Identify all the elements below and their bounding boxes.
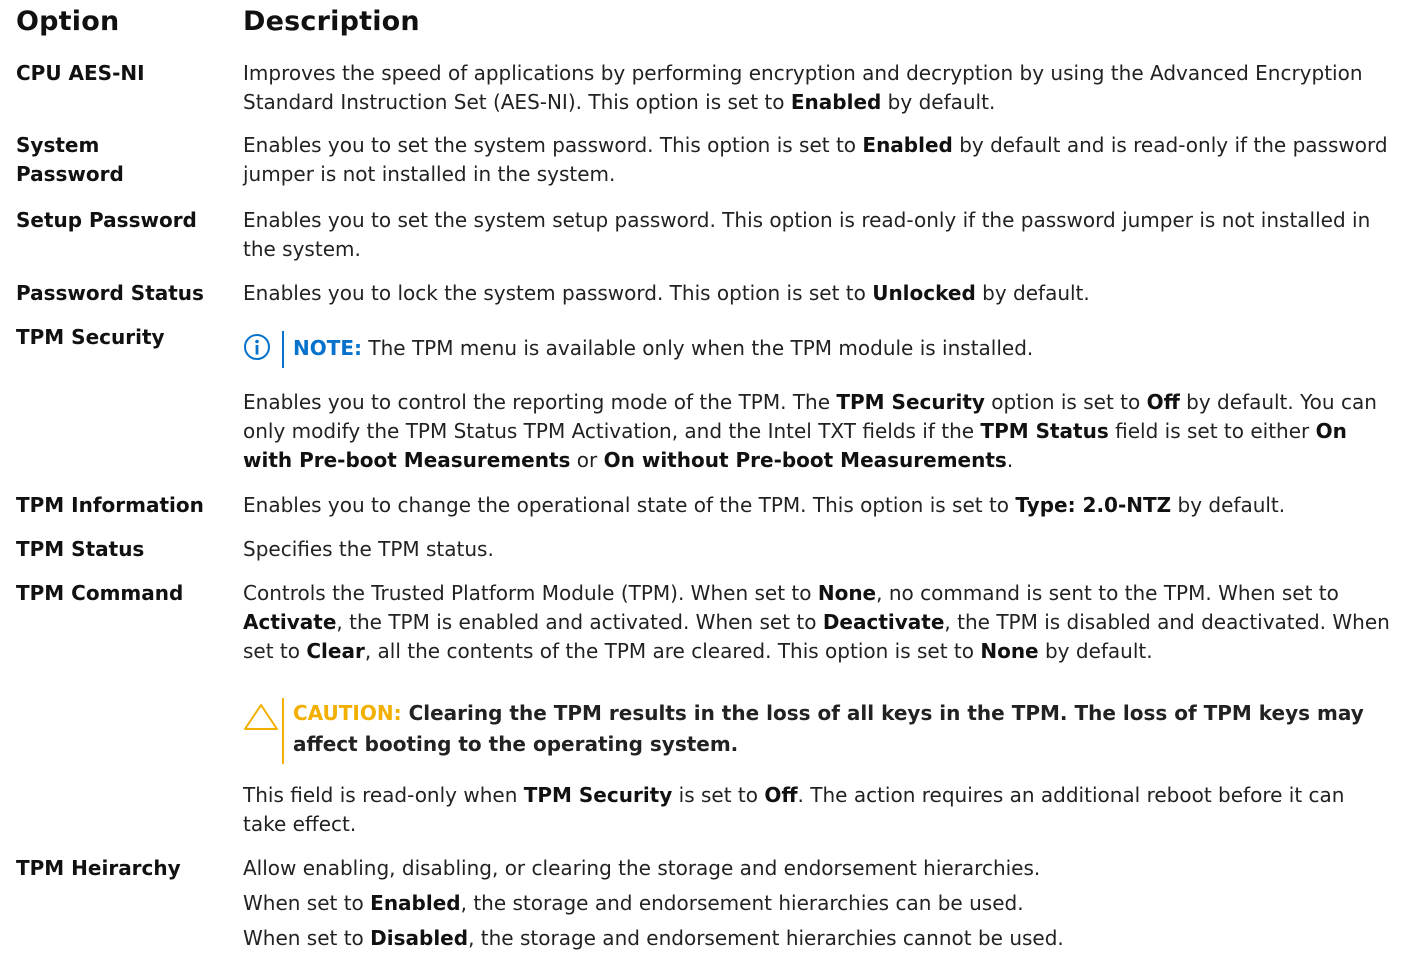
option-name: CPU AES-NI <box>16 61 145 85</box>
option-description: Enables you to lock the system password.… <box>243 281 1090 305</box>
note-text: NOTE: The TPM menu is available only whe… <box>293 336 1034 360</box>
option-name: TPM Command <box>16 581 184 605</box>
option-description: Allow enabling, disabling, or clearing t… <box>243 856 1064 950</box>
option-description: Enables you to set the system setup pass… <box>243 208 1371 261</box>
document-page: Option Description CPU AES-NI Improves t… <box>0 0 1407 953</box>
option-description: Improves the speed of applications by pe… <box>243 61 1363 114</box>
option-description-note: This field is read-only when TPM Securit… <box>243 783 1345 836</box>
option-name: Setup Password <box>16 208 197 232</box>
note-label: NOTE: <box>293 336 363 360</box>
option-name: Password Status <box>16 281 204 305</box>
option-description: Enables you to change the operational st… <box>243 493 1286 517</box>
option-name: System Password <box>16 133 124 186</box>
option-name: TPM Security <box>16 325 165 349</box>
option-description: Controls the Trusted Platform Module (TP… <box>243 581 1390 663</box>
caution-label: CAUTION: <box>293 701 402 725</box>
option-name: TPM Status <box>16 537 145 561</box>
note-callout: NOTE: The TPM menu is available only whe… <box>243 331 1343 368</box>
caution-callout: CAUTION: Clearing the TPM results in the… <box>243 698 1393 764</box>
column-header-description: Description <box>243 6 420 37</box>
note-accent-bar <box>282 331 284 368</box>
caution-accent-bar <box>282 698 284 764</box>
option-description: Specifies the TPM status. <box>243 537 494 561</box>
caution-text: CAUTION: Clearing the TPM results in the… <box>293 701 1364 756</box>
info-icon <box>244 334 270 360</box>
option-description: Enables you to set the system password. … <box>243 133 1388 186</box>
column-header-option: Option <box>16 6 120 37</box>
option-name: TPM Heirarchy <box>16 856 181 880</box>
option-name: TPM Information <box>16 493 204 517</box>
option-description: Enables you to control the reporting mod… <box>243 390 1377 472</box>
warning-triangle-icon <box>244 704 278 730</box>
